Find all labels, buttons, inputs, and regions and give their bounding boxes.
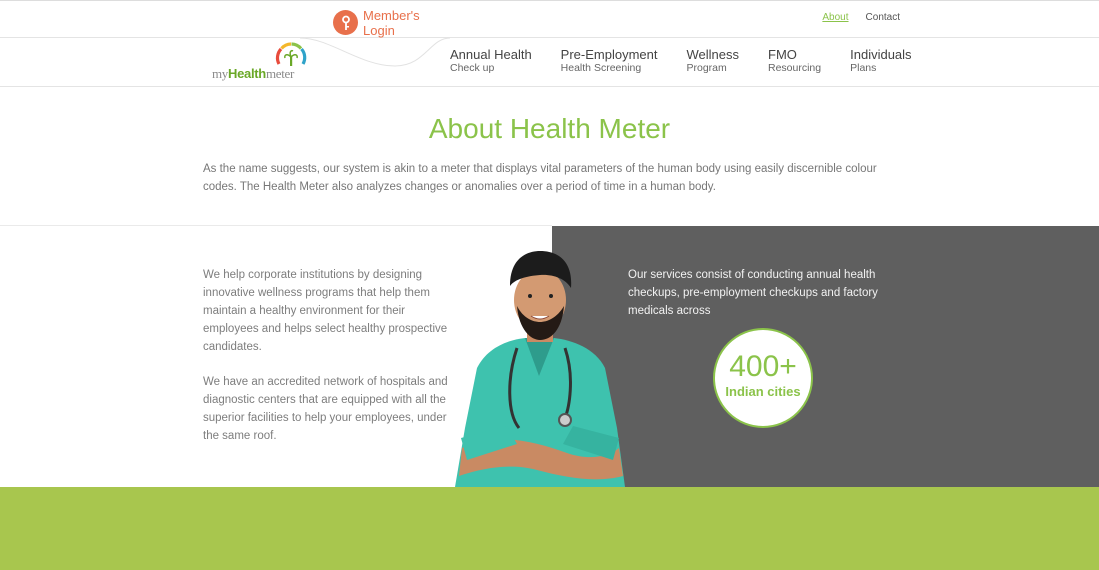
- login-line-1: Member's: [363, 8, 420, 23]
- logo[interactable]: myHealthmeter: [212, 40, 312, 84]
- nav-title: Annual Health: [450, 47, 532, 62]
- about-description: As the name suggests, our system is akin…: [203, 163, 877, 193]
- nav-subtitle: Check up: [450, 62, 495, 74]
- key-icon: [333, 10, 358, 35]
- about-link[interactable]: About: [822, 12, 848, 23]
- cities-label: Indian cities: [725, 384, 801, 399]
- cities-count: 400+: [729, 350, 797, 383]
- services-description: Our services consist of conducting annua…: [628, 269, 878, 317]
- nav-title: Pre-Employment: [560, 47, 658, 62]
- nav-individuals[interactable]: Individuals Plans: [850, 47, 911, 75]
- logo-wordmark: myHealthmeter: [212, 66, 294, 82]
- nav-subtitle: Plans: [850, 62, 877, 74]
- nav-pre-employment[interactable]: Pre-Employment Health Screening: [561, 47, 658, 75]
- nav-subtitle: Health Screening: [560, 62, 642, 74]
- nav-title: FMO: [768, 47, 797, 62]
- logo-meter: meter: [265, 66, 295, 81]
- top-links: About Contact: [822, 12, 900, 23]
- top-bar: [0, 0, 1099, 38]
- green-footer-band: [0, 487, 1099, 570]
- contact-link[interactable]: Contact: [866, 12, 900, 23]
- member-login-label: Member's Login: [363, 8, 433, 38]
- header-divider: [0, 86, 1099, 87]
- nav-fmo[interactable]: FMO Resourcing: [768, 47, 821, 75]
- cities-count-badge: 400+ Indian cities: [713, 328, 813, 428]
- nav-title: Wellness: [686, 47, 739, 62]
- wellness-paragraph: We help corporate institutions by design…: [203, 269, 448, 353]
- page-title: About Health Meter: [428, 113, 671, 144]
- login-line-2: Login: [363, 23, 395, 38]
- corporate-services-text: We help corporate institutions by design…: [203, 266, 453, 462]
- nav-wellness[interactable]: Wellness Program: [686, 47, 739, 75]
- member-login-button[interactable]: Member's Login: [333, 8, 433, 38]
- doctor-image: [455, 251, 625, 487]
- nav-subtitle: Resourcing: [768, 62, 822, 74]
- section-divider: [0, 225, 552, 226]
- main-nav: Annual Health Check up Pre-Employment He…: [450, 47, 941, 75]
- network-paragraph: We have an accredited network of hospita…: [203, 376, 448, 442]
- logo-health: Health: [228, 66, 266, 81]
- logo-my: my: [212, 66, 229, 81]
- nav-subtitle: Program: [686, 62, 727, 74]
- nav-title: Individuals: [850, 47, 912, 62]
- nav-annual-health[interactable]: Annual Health Check up: [450, 47, 532, 75]
